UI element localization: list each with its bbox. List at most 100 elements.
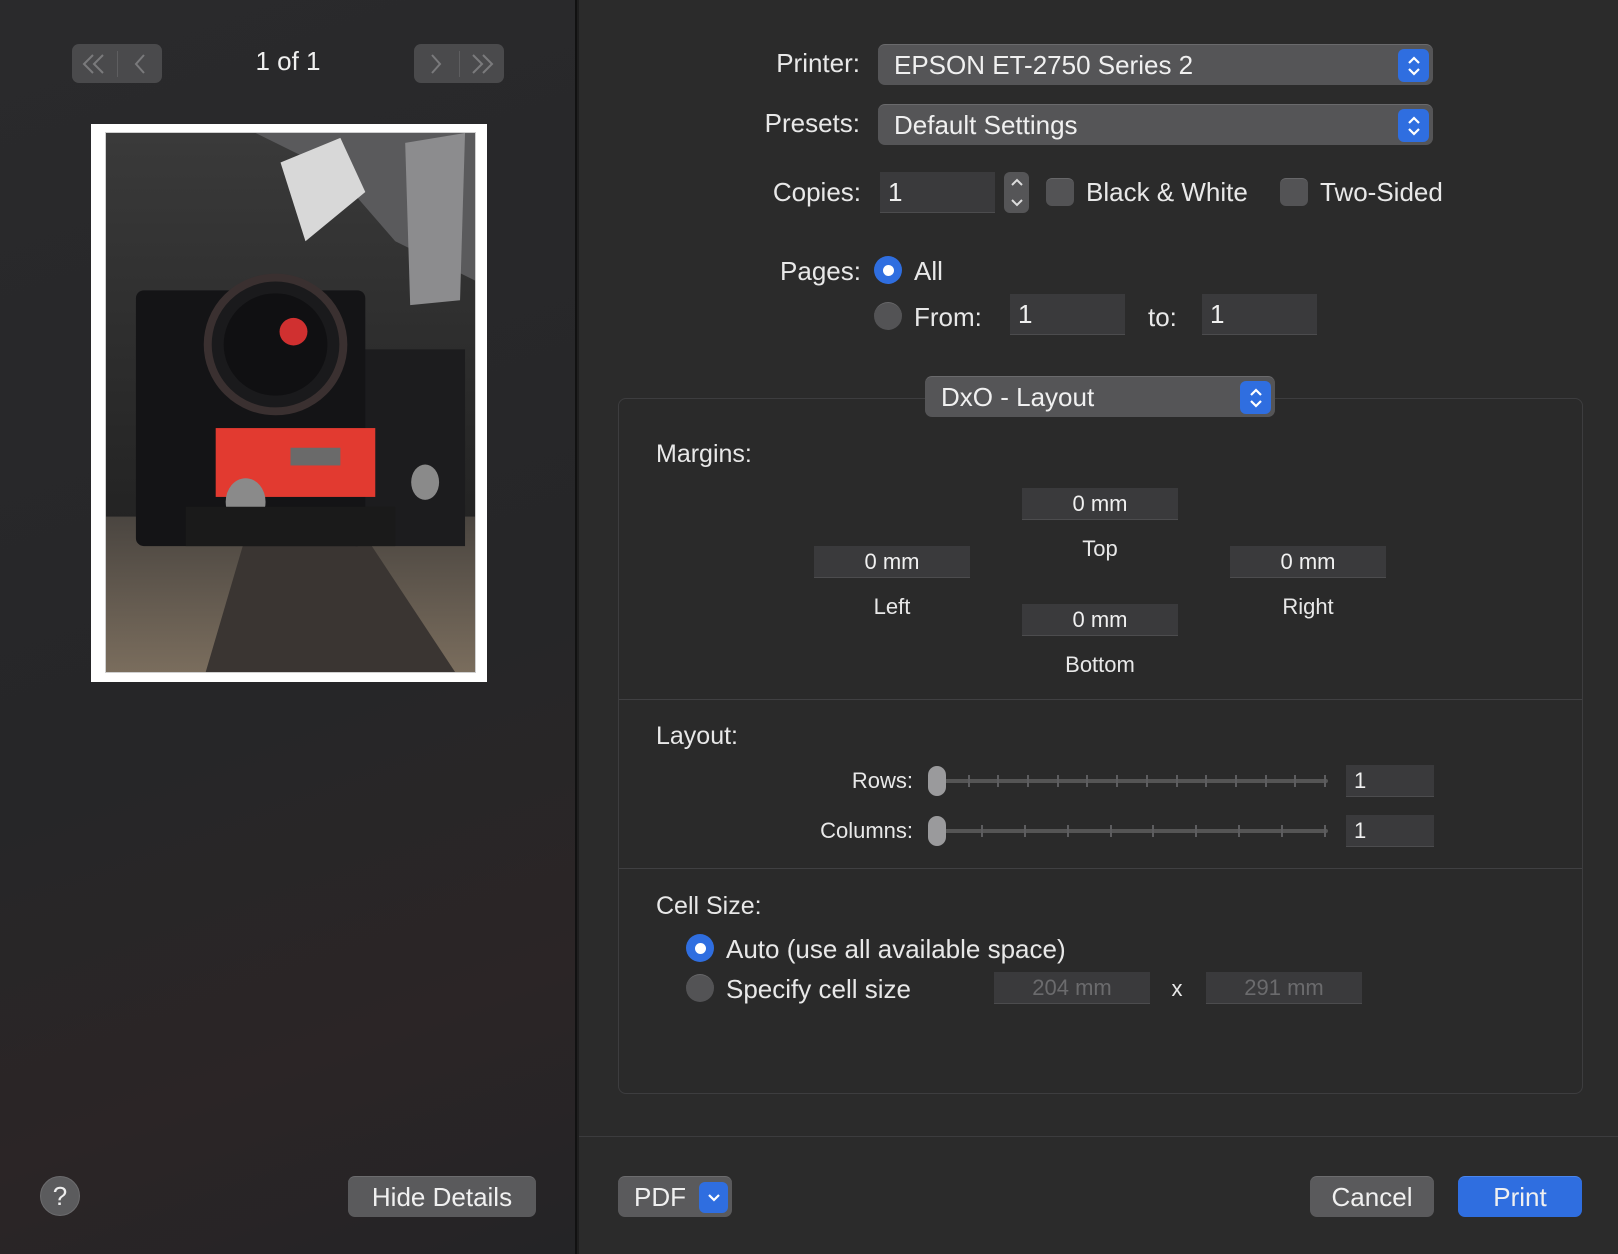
slider-tick [1294,775,1296,787]
margin-top-label: Top [1082,536,1118,561]
cell-size-specify-radio[interactable] [686,974,714,1002]
columns-field[interactable]: 1 [1346,815,1434,847]
slider-tick [968,775,970,787]
slider-tick [1195,825,1197,837]
black-white-label: Black & White [1086,177,1248,207]
printer-popup[interactable]: EPSON ET-2750 Series 2 [878,44,1433,85]
up-down-arrows-icon [1398,49,1429,82]
slider-tick [1152,825,1154,837]
next-last-page-controls [414,44,504,83]
margin-top-field[interactable]: 0 mm [1022,488,1178,520]
printer-value: EPSON ET-2750 Series 2 [894,49,1194,80]
slider-knob[interactable] [928,816,946,846]
first-page-button[interactable] [72,44,117,83]
copies-stepper[interactable] [1004,172,1029,213]
divider [579,1136,1618,1137]
two-sided-checkbox[interactable] [1280,178,1308,206]
print-button[interactable]: Print [1458,1176,1582,1217]
presets-value: Default Settings [894,109,1078,140]
chevron-down-icon [699,1182,728,1213]
slider-tick [1086,775,1088,787]
margin-left-label: Left [873,594,911,619]
slider-tick [981,825,983,837]
slider-tick [1238,825,1240,837]
margin-left-field[interactable]: 0 mm [814,546,970,578]
previous-page-button[interactable] [118,44,163,83]
help-button[interactable]: ? [40,1176,80,1216]
slider-knob[interactable] [928,766,946,796]
printer-label: Printer: [776,48,860,78]
margin-bottom-field[interactable]: 0 mm [1022,604,1178,636]
columns-label: Columns: [820,818,913,843]
divider [619,699,1582,700]
pages-to-field[interactable]: 1 [1202,294,1317,335]
cell-height-field[interactable]: 291 mm [1206,972,1362,1004]
chevron-right-icon [431,53,442,74]
slider-track [928,779,1328,783]
slider-tick [1265,775,1267,787]
cell-size-title: Cell Size: [656,892,762,920]
cell-size-specify-label: Specify cell size [726,974,911,1004]
slider-tick [1205,775,1207,787]
pages-from-label: From: [914,302,982,332]
locomotive-photo [105,132,476,673]
pages-label: Pages: [780,256,861,286]
slider-tick [1067,825,1069,837]
pages-to-label: to: [1148,302,1177,332]
next-page-button[interactable] [414,44,459,83]
pages-all-label: All [914,256,943,286]
double-chevron-right-icon [472,53,494,74]
last-page-button[interactable] [460,44,505,83]
up-down-arrows-icon [1398,109,1429,142]
slider-tick [1057,775,1059,787]
margins-title: Margins: [656,440,752,468]
slider-tick [1110,825,1112,837]
two-sided-label: Two-Sided [1320,177,1443,207]
margin-right-field[interactable]: 0 mm [1230,546,1386,578]
columns-slider[interactable] [928,814,1328,848]
presets-popup[interactable]: Default Settings [878,104,1433,145]
margin-bottom-label: Bottom [1065,652,1135,677]
times-label: x [1171,976,1183,1001]
copies-field[interactable]: 1 [880,172,995,213]
pdf-menu-button[interactable]: PDF [618,1176,732,1217]
first-prev-page-controls [72,44,162,83]
chevron-left-icon [134,53,145,74]
cell-size-auto-radio[interactable] [686,934,714,962]
divider [619,868,1582,869]
page-preview [91,124,487,682]
page-counter: 1 of 1 [255,46,321,76]
copies-label: Copies: [772,177,861,207]
slider-tick [1027,775,1029,787]
rows-slider[interactable] [928,764,1328,798]
rows-label: Rows: [851,768,913,793]
hide-details-button[interactable]: Hide Details [348,1176,536,1217]
chevron-down-icon [1010,199,1023,207]
slider-tick [997,775,999,787]
layout-title: Layout: [656,722,739,750]
cell-size-auto-label: Auto (use all available space) [726,934,1066,964]
cancel-button[interactable]: Cancel [1310,1176,1434,1217]
preview-pane: 1 of 1 ? Hide Details [0,0,577,1254]
margin-right-label: Right [1282,594,1334,619]
pdf-label: PDF [634,1181,686,1212]
panel-popup[interactable]: DxO - Layout [925,376,1275,417]
double-chevron-left-icon [82,53,104,74]
slider-tick [1324,775,1326,787]
slider-tick [1281,825,1283,837]
cell-width-field[interactable]: 204 mm [994,972,1150,1004]
pages-from-field[interactable]: 1 [1010,294,1125,335]
rows-field[interactable]: 1 [1346,765,1434,797]
presets-label: Presets: [764,108,860,138]
slider-tick [1024,825,1026,837]
up-down-arrows-icon [1240,381,1271,414]
pages-all-radio[interactable] [874,256,902,284]
chevron-up-icon [1010,178,1023,186]
panel-popup-value: DxO - Layout [941,381,1095,412]
slider-track [928,829,1328,833]
slider-tick [1176,775,1178,787]
slider-tick [1116,775,1118,787]
slider-tick [1324,825,1326,837]
pages-from-radio[interactable] [874,302,902,330]
black-white-checkbox[interactable] [1046,178,1074,206]
